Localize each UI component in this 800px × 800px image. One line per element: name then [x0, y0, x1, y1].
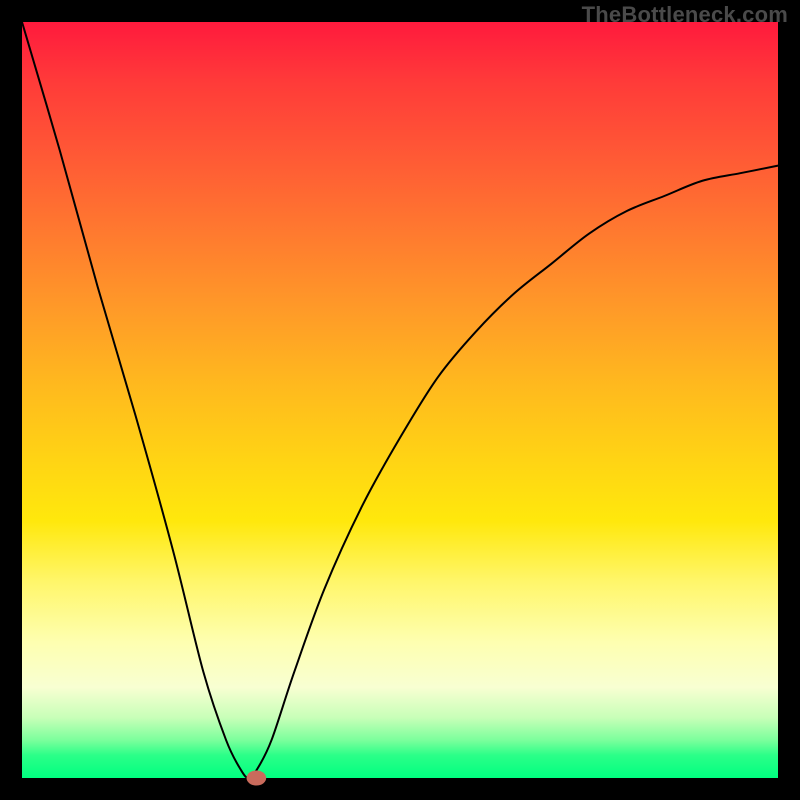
bottleneck-curve	[22, 22, 778, 778]
chart-svg	[22, 22, 778, 778]
plot-area	[22, 22, 778, 778]
minimum-marker	[247, 770, 267, 785]
chart-frame: TheBottleneck.com	[0, 0, 800, 800]
watermark-label: TheBottleneck.com	[582, 2, 788, 28]
